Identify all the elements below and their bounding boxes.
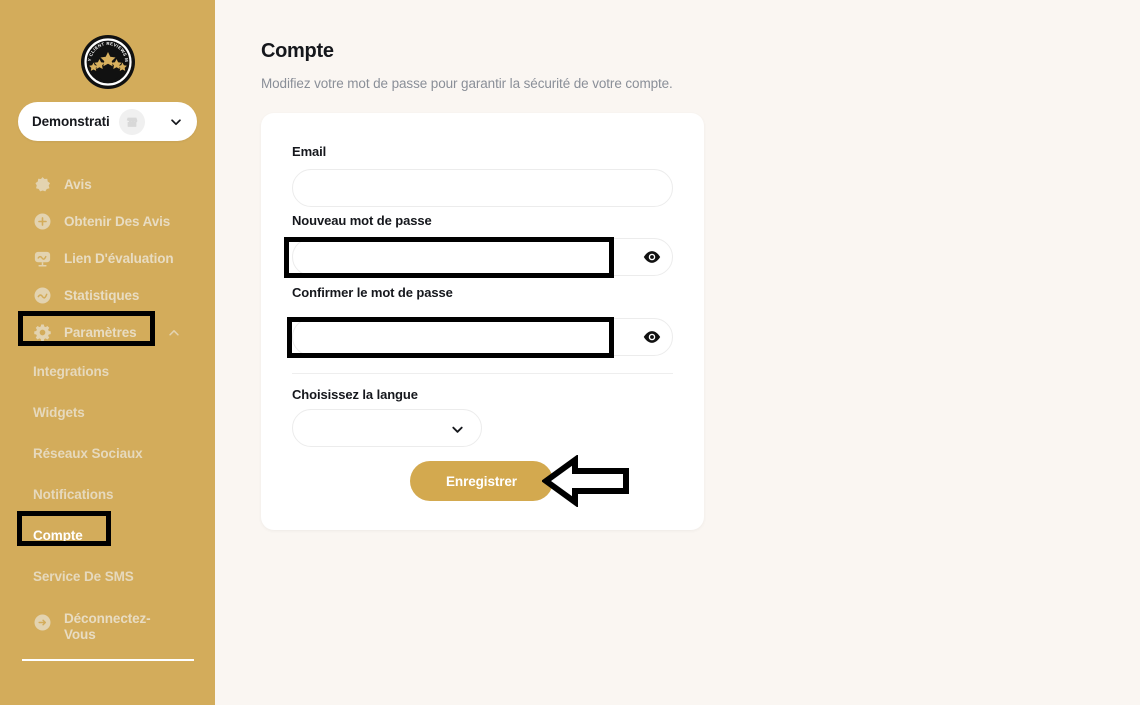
confirm-password-input[interactable]	[292, 318, 673, 356]
store-icon	[118, 108, 145, 135]
chevron-down-icon[interactable]	[169, 115, 183, 129]
sidebar-subitem-label: Compte	[33, 528, 83, 543]
sidebar-subitem-reseaux-sociaux[interactable]: Réseaux Sociaux	[0, 433, 215, 474]
sidebar-item-label: Obtenir Des Avis	[64, 214, 171, 229]
app-root: MY CLIENT REVIEWS ME Demonstrati	[0, 0, 1140, 705]
page-title: Compte	[261, 40, 334, 62]
form-divider	[292, 373, 673, 374]
star-icon	[31, 174, 53, 196]
logout-arrow-icon	[31, 611, 53, 633]
sidebar-item-lien-devaluation[interactable]: Lien D'évaluation	[0, 240, 215, 277]
sidebar-item-label: Lien D'évaluation	[64, 251, 174, 266]
sidebar-item-label: Paramètres	[64, 325, 137, 340]
sidebar-subitem-label: Service De SMS	[33, 569, 134, 584]
sidebar-item-label: Avis	[64, 177, 92, 192]
logo-badge: MY CLIENT REVIEWS ME	[72, 26, 141, 96]
eye-icon[interactable]	[637, 322, 667, 352]
sidebar-subitem-label: Notifications	[33, 487, 114, 502]
plus-circle-icon	[31, 211, 53, 233]
sidebar-subitem-label: Réseaux Sociaux	[33, 446, 143, 461]
sidebar: MY CLIENT REVIEWS ME Demonstrati	[0, 0, 215, 705]
email-label: Email	[292, 144, 327, 159]
sidebar-subitem-service-de-sms[interactable]: Service De SMS	[0, 556, 215, 597]
sidebar-subitem-notifications[interactable]: Notifications	[0, 474, 215, 515]
chart-circle-icon	[31, 285, 53, 307]
page-subtitle: Modifiez votre mot de passe pour garanti…	[261, 76, 673, 91]
speech-bubble-icon	[31, 248, 53, 270]
sidebar-subitem-widgets[interactable]: Widgets	[0, 392, 215, 433]
language-select[interactable]	[292, 409, 482, 447]
sidebar-nav: Avis Obtenir Des Avis Lien D'évaluation …	[0, 166, 215, 643]
gear-icon	[31, 322, 53, 344]
account-switcher-name: Demonstrati	[32, 114, 110, 129]
new-password-label: Nouveau mot de passe	[292, 213, 432, 228]
account-switcher[interactable]: Demonstrati	[18, 102, 197, 141]
email-input-field[interactable]	[293, 170, 672, 206]
eye-icon[interactable]	[637, 242, 667, 272]
logo-icon: MY CLIENT REVIEWS ME	[72, 26, 135, 89]
new-password-input[interactable]	[292, 238, 673, 276]
sidebar-subitem-compte[interactable]: Compte	[0, 515, 215, 556]
email-input[interactable]	[292, 169, 673, 207]
sidebar-item-parametres[interactable]: Paramètres	[0, 314, 215, 351]
sidebar-subitem-label: Integrations	[33, 364, 110, 379]
language-label: Choisissez la langue	[292, 387, 418, 402]
chevron-up-icon[interactable]	[167, 326, 181, 340]
sidebar-divider	[22, 659, 194, 661]
save-button[interactable]: Enregistrer	[410, 461, 553, 501]
new-password-input-field[interactable]	[293, 239, 623, 275]
sidebar-subitem-label: Widgets	[33, 405, 85, 420]
confirm-password-label: Confirmer le mot de passe	[292, 285, 453, 300]
main-content: Compte Modifiez votre mot de passe pour …	[215, 0, 1140, 705]
chevron-down-icon[interactable]	[450, 422, 465, 442]
sidebar-item-label: Statistiques	[64, 288, 140, 303]
account-form-card: Email Nouveau mot de passe Confirmer le …	[261, 113, 704, 530]
sidebar-item-label: Déconnectez-Vous	[64, 611, 151, 642]
sidebar-item-statistiques[interactable]: Statistiques	[0, 277, 215, 314]
sidebar-item-obtenir-des-avis[interactable]: Obtenir Des Avis	[0, 203, 215, 240]
sidebar-item-logout[interactable]: Déconnectez-Vous	[0, 611, 215, 643]
confirm-password-input-field[interactable]	[293, 319, 623, 355]
sidebar-item-avis[interactable]: Avis	[0, 166, 215, 203]
brand-logo: MY CLIENT REVIEWS ME	[0, 26, 215, 96]
sidebar-subitem-integrations[interactable]: Integrations	[0, 351, 215, 392]
